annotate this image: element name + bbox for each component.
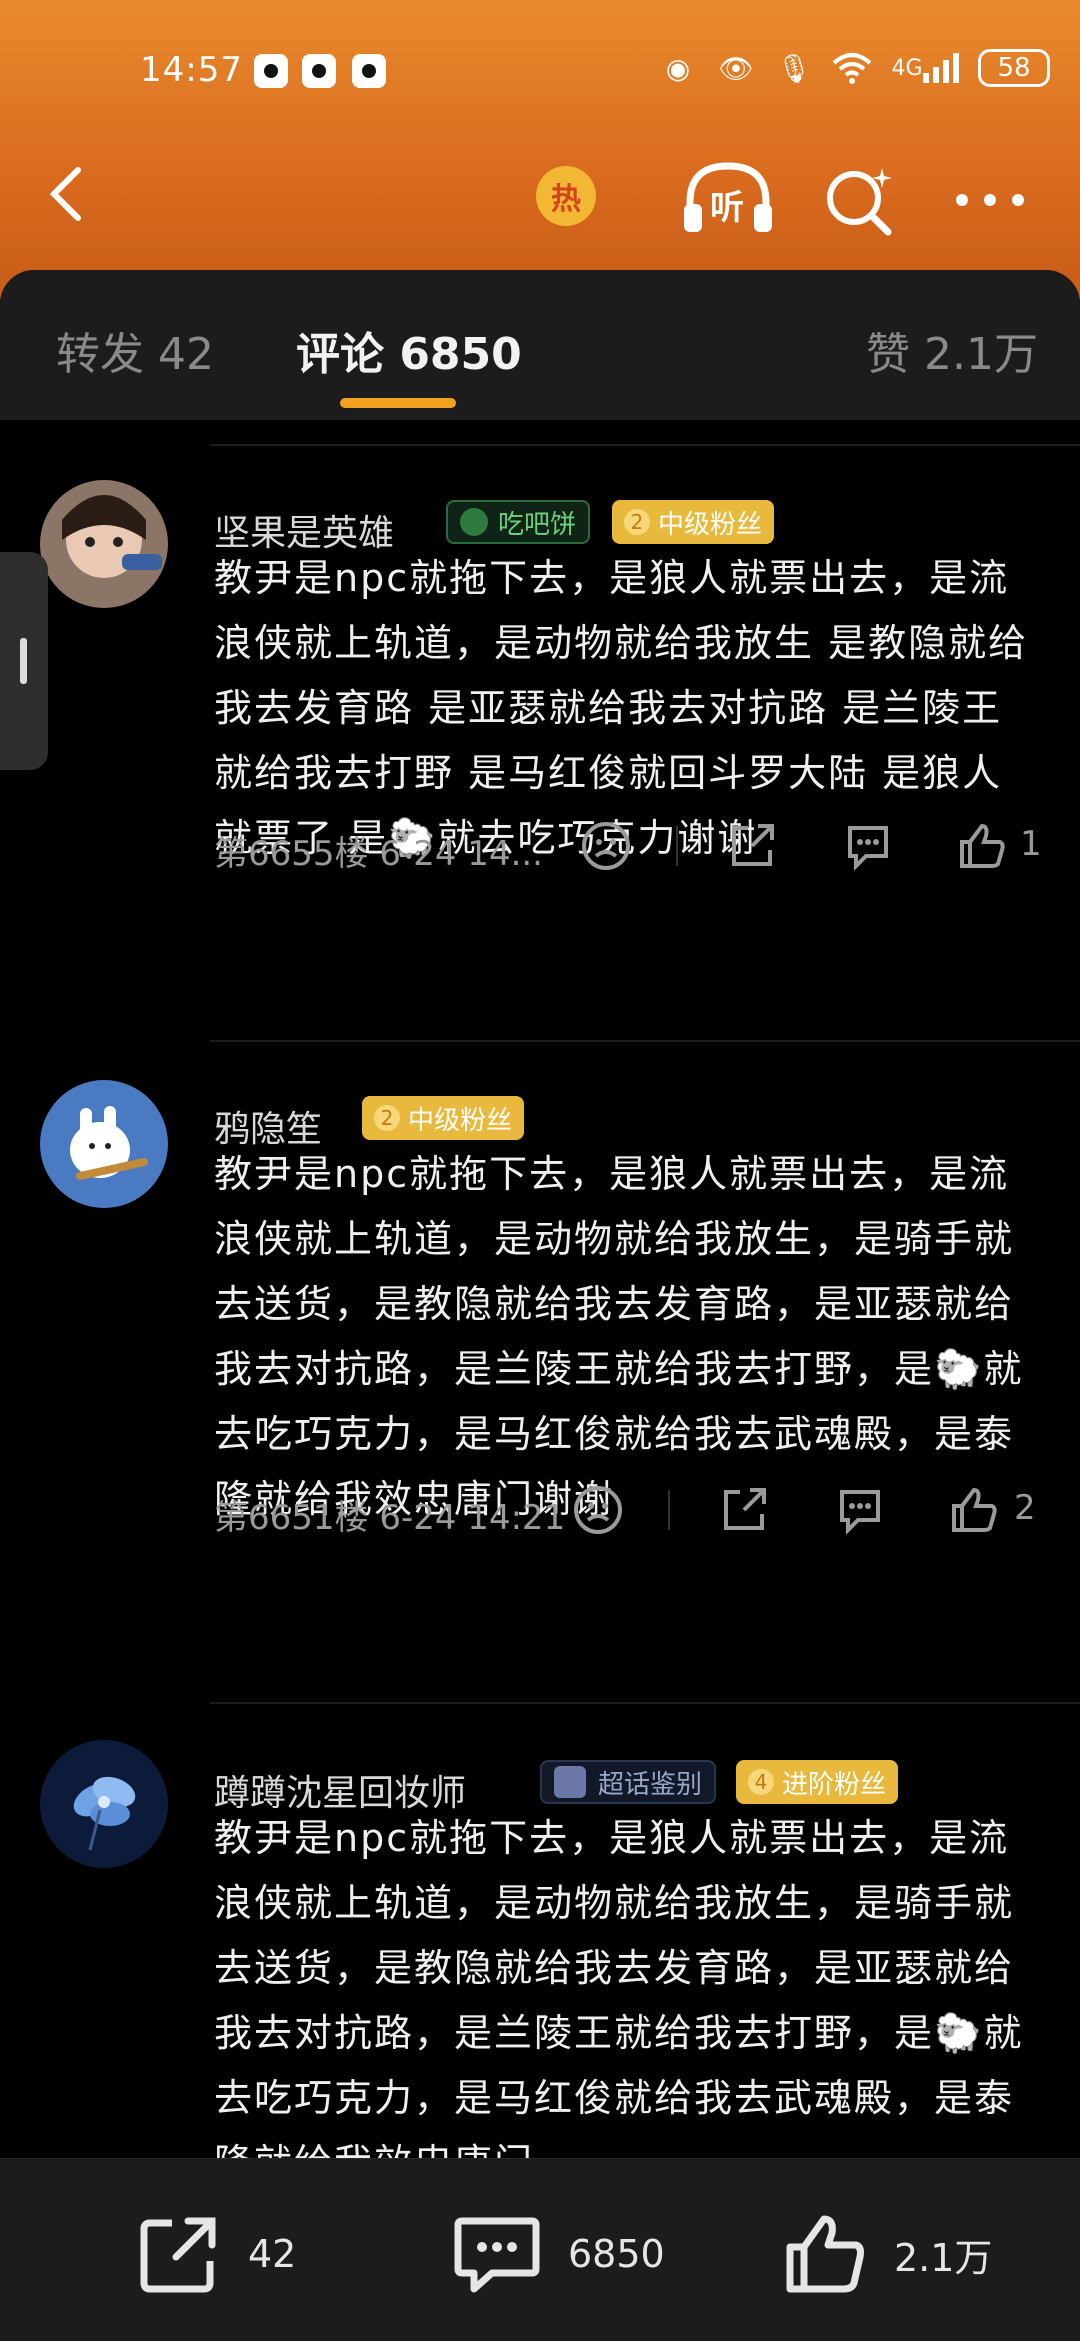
signal-icon: 4G <box>890 48 960 88</box>
fan-badge-text: 中级粉丝 <box>658 509 763 540</box>
divider <box>668 1490 670 1530</box>
tab-bar: 转发 42 评论 6850 赞 2.1万 <box>0 270 1080 420</box>
hot-label: 热 <box>551 182 581 217</box>
share-icon[interactable] <box>726 820 778 872</box>
more-button[interactable] <box>950 170 1030 230</box>
fan-level: 2 <box>374 1105 400 1131</box>
badge-text: 超话鉴别 <box>598 1769 703 1800</box>
notification-icon <box>254 54 288 88</box>
like-count: 2 <box>1014 1488 1036 1528</box>
calendar-check-icon <box>554 1766 586 1798</box>
tab-reposts[interactable]: 转发 42 <box>56 318 214 382</box>
like-count: 2.1万 <box>894 2235 993 2280</box>
share-icon <box>140 2217 216 2293</box>
like-icon[interactable] <box>948 1484 1000 1536</box>
notification-icon <box>352 54 386 88</box>
comment-text: 教尹是npc就拖下去，是狼人就票出去，是流浪侠就上轨道，是动物就给我放生，是骑手… <box>214 1152 1024 1521</box>
chevron-left-icon <box>49 167 81 221</box>
fan-badge[interactable]: 2 中级粉丝 <box>362 1096 525 1140</box>
like-count: 1 <box>1020 824 1042 864</box>
listen-label: 听 <box>710 188 744 228</box>
avatar[interactable] <box>40 480 168 608</box>
fan-badge-text: 中级粉丝 <box>408 1105 513 1136</box>
notification-icon <box>302 54 336 88</box>
comment-meta: 第6651楼 6-24 14:21 <box>214 1498 566 1538</box>
side-drawer-handle[interactable] <box>0 552 48 770</box>
hd-icon: ◉ <box>665 51 691 85</box>
like-button[interactable]: 2.1万 <box>782 2209 992 2299</box>
more-icon <box>956 194 1024 206</box>
like-icon <box>786 2215 864 2293</box>
comment-actions: 1 <box>580 820 1042 880</box>
comments-panel: 转发 42 评论 6850 赞 2.1万 坚果是英雄 吃吧饼 2 中级粉丝 教尹… <box>0 270 1080 2340</box>
search-sparkle-icon <box>827 168 892 236</box>
fan-badge[interactable]: 4 进阶粉丝 <box>736 1760 899 1804</box>
fan-level: 4 <box>748 1769 774 1795</box>
comment-button[interactable]: 6850 <box>452 2209 665 2299</box>
comment-icon <box>454 2217 540 2293</box>
divider <box>210 444 1080 446</box>
avatar[interactable] <box>40 1080 168 1208</box>
comment-actions: 2 <box>572 1484 1040 1544</box>
divider <box>210 1040 1080 1042</box>
comment-count: 6850 <box>568 2232 665 2276</box>
status-time: 14:57 <box>140 50 243 90</box>
wifi-icon <box>832 48 872 88</box>
divider <box>676 826 678 866</box>
avatar[interactable] <box>40 1740 168 1868</box>
mic-icon: 🎙 <box>776 51 812 85</box>
eye-icon: 👁 <box>718 51 754 85</box>
divider <box>210 1702 1080 1704</box>
like-icon[interactable] <box>956 820 1008 872</box>
status-bar: 14:57 ◉ 👁 🎙 4G 58 <box>0 40 1080 100</box>
comment-meta: 第6655楼 6-24 14... <box>214 834 543 874</box>
comment-text: 教尹是npc就拖下去，是狼人就票出去，是流浪侠就上轨道，是动物就给我放生，是骑手… <box>214 1816 1024 2185</box>
tab-comments[interactable]: 评论 6850 <box>296 318 522 382</box>
dislike-icon[interactable] <box>572 1484 624 1536</box>
tab-indicator <box>340 398 456 408</box>
network-label: 4G <box>891 55 923 81</box>
badge-icon <box>460 508 488 536</box>
badge[interactable]: 吃吧饼 <box>446 500 591 544</box>
tab-likes[interactable]: 赞 2.1万 <box>866 318 1038 382</box>
badge-text: 吃吧饼 <box>498 509 577 540</box>
reply-icon[interactable] <box>842 820 894 872</box>
reply-icon[interactable] <box>834 1484 886 1536</box>
listen-button[interactable]: 听 <box>680 158 776 238</box>
battery-indicator: 58 <box>978 49 1050 87</box>
fan-level: 2 <box>624 509 650 535</box>
fan-badge[interactable]: 2 中级粉丝 <box>612 500 775 544</box>
nav-bar: 热 听 <box>0 150 1080 240</box>
share-icon[interactable] <box>718 1484 770 1536</box>
back-button[interactable] <box>40 164 100 224</box>
repost-button[interactable]: 42 <box>136 2209 296 2299</box>
search-button[interactable] <box>820 160 900 240</box>
hot-button[interactable]: 热 <box>536 166 596 226</box>
badge[interactable]: 超话鉴别 <box>540 1760 717 1804</box>
bottom-action-bar: 42 6850 2.1万 <box>0 2158 1080 2341</box>
fan-badge-text: 进阶粉丝 <box>782 1769 887 1800</box>
dislike-icon[interactable] <box>580 820 632 872</box>
repost-count: 42 <box>248 2232 297 2276</box>
